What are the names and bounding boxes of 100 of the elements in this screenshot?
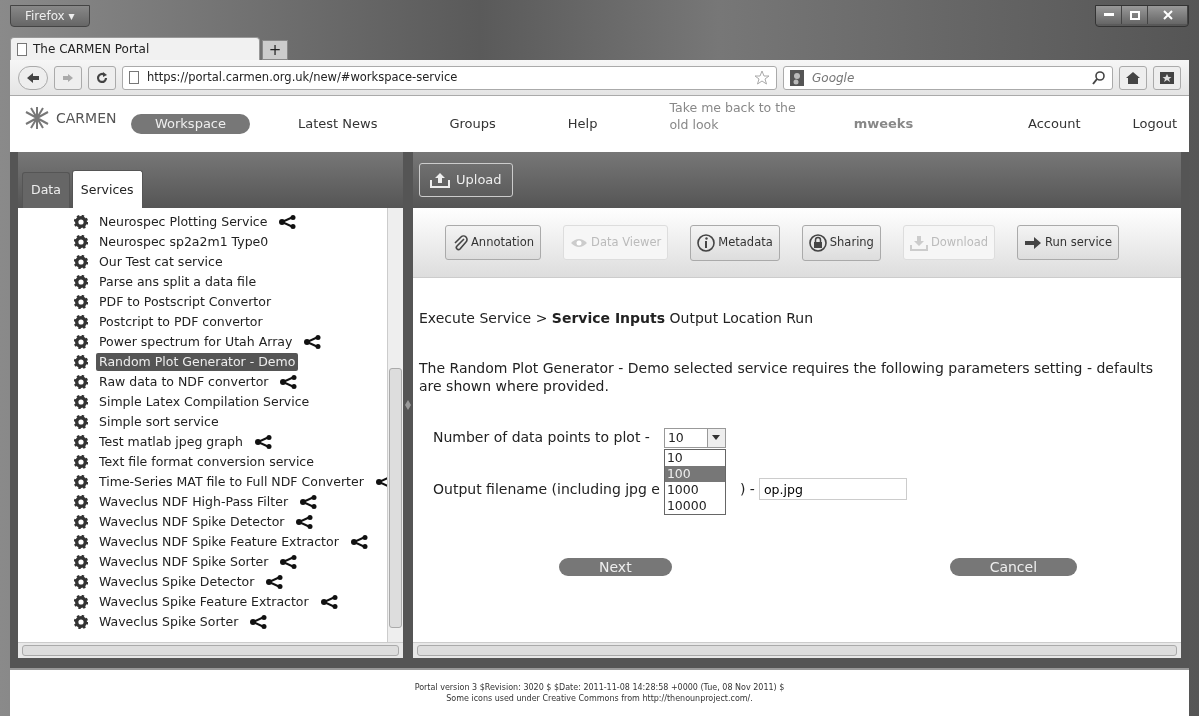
service-item[interactable]: Parse ans split a data file	[96, 272, 260, 292]
service-item[interactable]: PDF to Postscript Convertor	[96, 292, 275, 312]
service-item[interactable]: Our Test cat service	[96, 252, 226, 272]
download-icon	[909, 234, 928, 251]
dropdown-option[interactable]: 1000	[664, 481, 725, 498]
forward-arrow-icon	[62, 72, 74, 83]
eye-icon	[570, 236, 589, 249]
service-item[interactable]: Power spectrum for Utah Array	[96, 332, 296, 352]
maximize-icon	[1129, 10, 1140, 20]
service-item[interactable]: Simple sort service	[96, 412, 222, 432]
header-link[interactable]: Account	[1028, 114, 1081, 134]
minimize-button[interactable]	[1096, 6, 1122, 24]
filename-field[interactable]: op.jpg	[758, 478, 907, 501]
gear-icon	[74, 355, 88, 369]
gear-icon	[74, 255, 88, 269]
scrollbar[interactable]	[413, 642, 1181, 658]
gear-icon	[74, 555, 88, 569]
gear-icon	[74, 475, 88, 489]
breadcrumb: Execute Service > Service Inputs Output Location Run	[419, 309, 815, 328]
bookmarks-button[interactable]	[1153, 65, 1181, 90]
gear-icon	[74, 415, 88, 429]
reload-icon	[96, 71, 108, 84]
gear-icon	[74, 235, 88, 249]
lock-icon	[808, 233, 827, 252]
close-icon	[1162, 10, 1173, 20]
close-button[interactable]	[1148, 6, 1188, 24]
field-label: Number of data points to plot -	[433, 428, 650, 448]
gear-icon	[74, 275, 88, 289]
username: mweeks	[853, 115, 915, 134]
info-icon	[697, 233, 716, 252]
dropdown-option[interactable]: 10000	[664, 497, 725, 514]
nav-link[interactable]: Workspace	[130, 114, 250, 134]
firefox-menu-button[interactable]: Firefox ▾	[10, 5, 90, 27]
gear-icon	[74, 395, 88, 409]
service-item[interactable]: Waveclus Spike Sorter	[96, 612, 242, 632]
service-item[interactable]: Time-Series MAT file to Full NDF Converter	[96, 472, 367, 492]
service-item[interactable]: Random Plot Generator - Demo	[96, 352, 299, 372]
toolbar-button[interactable]: Annotation	[445, 224, 542, 261]
page-icon	[129, 71, 139, 84]
panel-tab[interactable]: Data	[22, 172, 70, 208]
nav-link[interactable]: Groups	[425, 114, 520, 134]
field-label: ) -	[739, 479, 755, 499]
service-item[interactable]: Waveclus NDF Spike Feature Extractor	[96, 532, 342, 552]
nav-link[interactable]: Latest News	[274, 114, 402, 134]
gear-icon	[74, 315, 88, 329]
toolbar-button[interactable]: Sharing	[801, 224, 881, 261]
service-item[interactable]: Waveclus NDF Spike Sorter	[96, 552, 272, 572]
logo-text: CARMEN	[56, 108, 117, 128]
toolbar-button[interactable]: Metadata	[690, 224, 780, 261]
home-button[interactable]	[1119, 65, 1147, 90]
header-link[interactable]: Logout	[1132, 114, 1177, 134]
toolbar-button[interactable]: Run service	[1017, 224, 1119, 261]
service-item[interactable]: Neurospec sp2a2m1 Type0	[96, 232, 272, 252]
search-box[interactable]: Google	[783, 65, 1113, 90]
arrow-icon	[1024, 236, 1043, 249]
gear-icon	[74, 535, 88, 549]
service-item[interactable]: Raw data to NDF convertor	[96, 372, 272, 392]
address-bar[interactable]: https://portal.carmen.org.uk/new/#workspace-service	[122, 65, 777, 90]
back-arrow-icon	[26, 71, 40, 84]
service-item[interactable]: Neurospec Plotting Service	[96, 212, 271, 232]
page-icon	[17, 42, 27, 56]
service-item[interactable]: Text file format conversion service	[96, 452, 317, 472]
footer-text: Portal version 3 $Revision: 3020 $ $Date: 2011-11-08 14:28:58 +0000 (Tue, 08 Nov 2011) $	[414, 681, 785, 693]
service-item[interactable]: Waveclus Spike Detector	[96, 572, 258, 592]
maximize-button[interactable]	[1122, 6, 1148, 24]
gear-icon	[74, 575, 88, 589]
description-text: The Random Plot Generator - Demo selected service requires the following parameters setting - defaults are shown where provided.	[419, 359, 1154, 396]
browser-tab[interactable]: The CARMEN Portal	[10, 37, 260, 60]
old-look-link[interactable]: Take me back to the old look	[669, 100, 818, 134]
gear-icon	[74, 515, 88, 529]
paperclip-icon	[452, 234, 468, 251]
bookmark-star-icon	[1160, 71, 1174, 84]
gear-icon	[74, 595, 88, 609]
gear-icon	[74, 495, 88, 509]
search-icon[interactable]	[1092, 70, 1106, 85]
action-button[interactable]: Cancel	[949, 558, 1078, 577]
service-item[interactable]: Waveclus NDF High-Pass Filter	[96, 492, 292, 512]
service-item[interactable]: Test matlab jpeg graph	[96, 432, 246, 452]
nav-link[interactable]: Help	[543, 114, 622, 134]
new-tab-button[interactable]: +	[262, 40, 288, 60]
gear-icon	[74, 455, 88, 469]
gear-icon	[74, 375, 88, 389]
service-item[interactable]: Waveclus NDF Spike Detector	[96, 512, 288, 532]
service-item[interactable]: Simple Latex Compilation Service	[96, 392, 313, 412]
scrollbar[interactable]	[387, 208, 403, 642]
scrollbar[interactable]	[18, 642, 403, 658]
service-item[interactable]: Postcript to PDF convertor	[96, 312, 266, 332]
dropdown-option[interactable]: 100	[664, 465, 725, 482]
footer-text: Some icons used under Creative Commons from http://thenounproject.com/.	[446, 693, 753, 705]
minimize-icon	[1103, 13, 1114, 17]
service-item[interactable]: Waveclus Spike Feature Extractor	[96, 592, 312, 612]
star-icon[interactable]	[754, 70, 770, 85]
back-button[interactable]	[18, 65, 48, 90]
upload-button[interactable]: Upload	[419, 163, 513, 197]
gear-icon	[74, 215, 88, 229]
action-button[interactable]: Next	[559, 558, 672, 577]
panel-tab[interactable]: Services	[71, 170, 143, 208]
reload-button[interactable]	[88, 65, 116, 90]
upload-icon	[430, 172, 450, 188]
dropdown-option[interactable]: 10	[664, 449, 725, 466]
